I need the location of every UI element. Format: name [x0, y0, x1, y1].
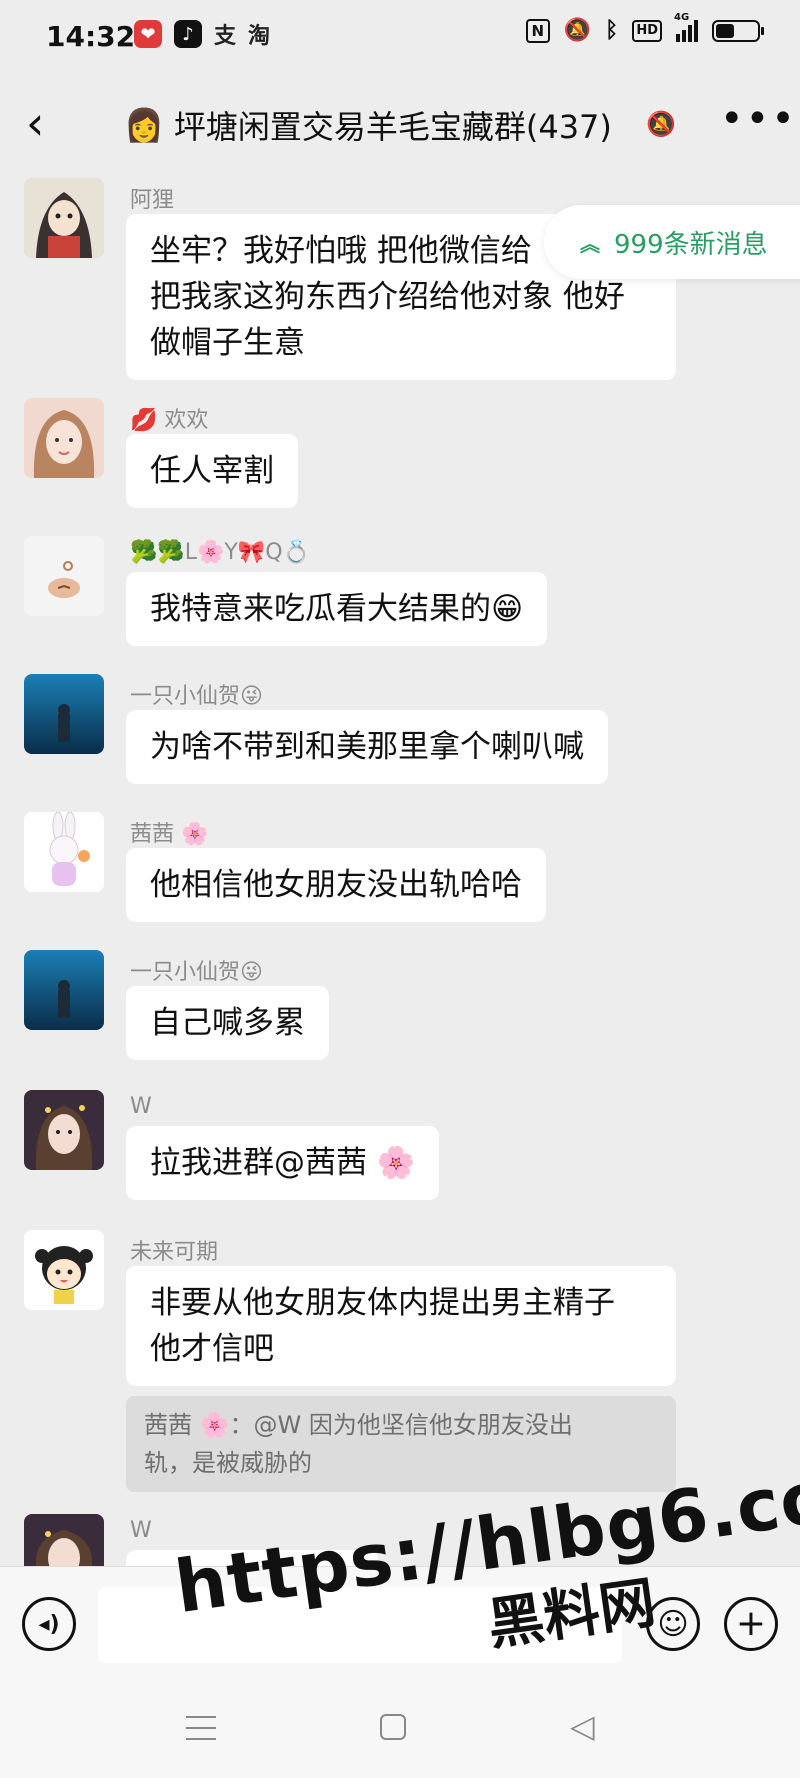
- sender-name: 茜茜 🌸: [130, 822, 209, 847]
- message-bubble[interactable]: 任人宰割: [126, 434, 298, 508]
- message-line: 我特意来吃瓜看大结果的😁: [150, 591, 524, 627]
- signal-icon: 4G: [674, 12, 698, 42]
- network-type: 4G: [674, 11, 690, 23]
- quote-line: 轨，是被威胁的: [144, 1449, 312, 1477]
- voice-input-button[interactable]: ◂): [22, 1597, 76, 1651]
- message-line: 自己喊多累: [150, 1005, 305, 1041]
- nfc-icon: N: [525, 18, 550, 43]
- notification-app-icons: ❤ ♪ 支 淘: [134, 20, 271, 49]
- tiktok-icon: ♪: [174, 20, 202, 48]
- message-line: 非要从他女朋友体内提出男主精子: [150, 1285, 615, 1321]
- message-bubble[interactable]: [126, 1550, 378, 1566]
- home-icon[interactable]: [380, 1714, 406, 1740]
- nav-back-icon[interactable]: ◁: [570, 1710, 595, 1742]
- avatar[interactable]: [24, 178, 104, 258]
- avatar[interactable]: [24, 674, 104, 754]
- avatar[interactable]: [24, 1090, 104, 1170]
- sender-name: 🥦🥦L🌸Y🎀Q💍: [130, 540, 310, 565]
- emoji-button[interactable]: ☺: [646, 1597, 700, 1651]
- battery-icon: [712, 19, 764, 42]
- message-input[interactable]: [98, 1587, 622, 1663]
- sender-name: W: [130, 1518, 152, 1543]
- sender-name: W: [130, 1094, 152, 1119]
- silent-icon: 🔕: [563, 18, 592, 43]
- system-nav-bar: ◁: [0, 1686, 800, 1778]
- bell-muted-icon: 🔕: [646, 110, 676, 138]
- message-bubble[interactable]: 他相信他女朋友没出轨哈哈: [126, 848, 546, 922]
- recent-apps-icon[interactable]: [186, 1716, 216, 1740]
- message-bubble[interactable]: 拉我进群@茜茜 🌸: [126, 1126, 440, 1200]
- message-line: 为啥不带到和美那里拿个喇叭喊: [150, 729, 584, 765]
- chat-title-group: 👩 坪塘闲置交易羊毛宝藏群(437): [124, 102, 612, 148]
- taobao-icon: 淘: [248, 24, 271, 49]
- more-options-button[interactable]: •••: [720, 96, 797, 142]
- input-bar: ◂) ☺ +: [0, 1566, 800, 1687]
- new-messages-button[interactable]: ︽ 999条新消息: [544, 205, 800, 279]
- quote-line: 茜茜 🌸：@W 因为他坚信他女朋友没出: [144, 1411, 573, 1439]
- hd-icon: HD: [632, 19, 662, 42]
- message-line: 他才信吧: [150, 1331, 274, 1367]
- message-line: 他相信他女朋友没出轨哈哈: [150, 867, 522, 903]
- new-messages-label: 999条新消息: [614, 229, 768, 260]
- bluetooth-icon: ᛒ: [605, 18, 619, 43]
- message-line: 把我家这狗东西介绍给他对象 他好: [150, 279, 625, 315]
- avatar[interactable]: [24, 398, 104, 478]
- message-bubble[interactable]: 自己喊多累: [126, 986, 329, 1060]
- message-line: 做帽子生意: [150, 325, 305, 361]
- message-line: 拉我进群@茜茜 🌸: [150, 1145, 416, 1181]
- message-line: 任人宰割: [150, 453, 274, 489]
- sender-name: 一只小仙贺😜: [130, 684, 263, 709]
- quoted-reply[interactable]: 茜茜 🌸：@W 因为他坚信他女朋友没出 轨，是被威胁的: [126, 1396, 676, 1492]
- chat-title: 坪塘闲置交易羊毛宝藏群(437): [173, 108, 612, 146]
- status-time: 14:32: [46, 20, 136, 53]
- sender-name: 一只小仙贺😜: [130, 960, 263, 985]
- message-bubble[interactable]: 我特意来吃瓜看大结果的😁: [126, 572, 548, 646]
- status-bar: 14:32 ❤ ♪ 支 淘 N 🔕 ᛒ HD 4G: [0, 0, 800, 74]
- sender-name: 阿狸: [130, 188, 175, 213]
- sender-name: 💋 欢欢: [130, 408, 209, 433]
- avatar[interactable]: [24, 812, 104, 892]
- title-emoji: 👩: [124, 106, 164, 144]
- double-chevron-up-icon: ︽: [580, 231, 600, 256]
- avatar[interactable]: [24, 1230, 104, 1310]
- sender-name: 未来可期: [130, 1240, 219, 1265]
- message-bubble[interactable]: 为啥不带到和美那里拿个喇叭喊: [126, 710, 608, 784]
- avatar[interactable]: [24, 536, 104, 616]
- chat-header: ‹ 👩 坪塘闲置交易羊毛宝藏群(437) 🔕 •••: [0, 74, 800, 174]
- avatar[interactable]: [24, 1514, 104, 1566]
- status-indicators: N 🔕 ᛒ HD 4G: [525, 12, 764, 43]
- avatar[interactable]: [24, 950, 104, 1030]
- red-app-icon: ❤: [134, 20, 162, 48]
- message-bubble[interactable]: 非要从他女朋友体内提出男主精子 他才信吧: [126, 1266, 676, 1386]
- back-chevron-icon[interactable]: ‹: [26, 98, 44, 148]
- alipay-icon: 支: [214, 24, 237, 49]
- more-actions-button[interactable]: +: [724, 1597, 778, 1651]
